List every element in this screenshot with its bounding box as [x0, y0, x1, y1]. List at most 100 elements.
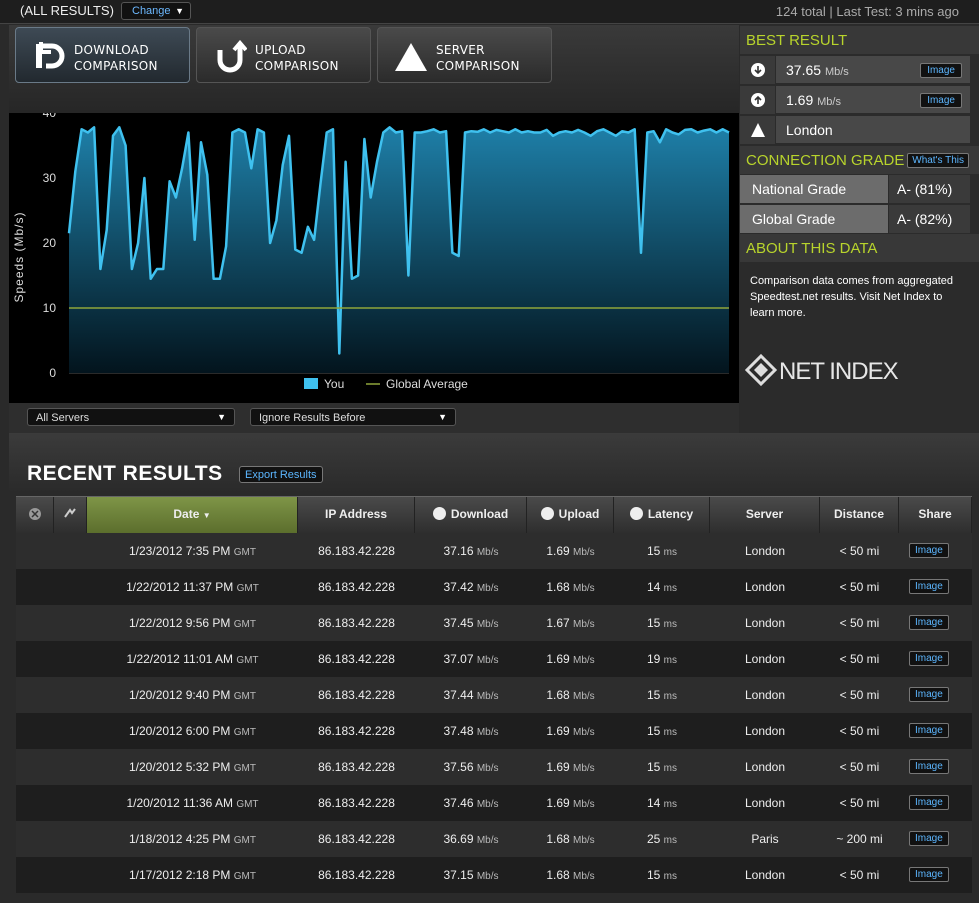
row-latency: 14 — [646, 580, 661, 594]
change-filter-button[interactable]: Change ▼ — [121, 2, 191, 20]
table-row[interactable]: 1/20/2012 5:32 PM GMT 86.183.42.228 37.56 … — [16, 749, 972, 785]
row-download-unit: Mb/s — [476, 691, 499, 702]
legend-swatch-you — [304, 378, 318, 389]
legend-label-global-average: Global Average — [386, 377, 468, 391]
servers-select[interactable]: All Servers ▼ — [27, 408, 235, 426]
row-timezone: GMT — [233, 727, 256, 738]
column-download[interactable]: Download — [415, 497, 527, 534]
export-results-button[interactable]: Export Results — [239, 466, 323, 483]
row-upload-unit: Mb/s — [573, 799, 595, 810]
speed-chart-svg: 0 10 20 30 40 Speeds (Mb/s) You Global Avera… — [12, 113, 730, 391]
row-server: London — [744, 868, 786, 882]
row-latency: 15 — [646, 616, 661, 630]
row-distance: < 50 mi — [839, 724, 880, 738]
row-server: London — [744, 796, 786, 810]
delete-column-header[interactable] — [16, 497, 54, 534]
recent-results-title: RECENT RESULTS — [27, 462, 223, 485]
net-index-logo[interactable]: NET INDEX — [744, 350, 945, 390]
row-timezone: GMT — [233, 619, 256, 630]
column-server[interactable]: Server — [710, 497, 820, 534]
tab-upload-comparison[interactable]: UPLOAD COMPARISON — [196, 27, 371, 83]
chart-filters: All Servers ▼ Ignore Results Before ▼ — [9, 403, 739, 433]
row-upload-unit: Mb/s — [573, 691, 595, 702]
row-share-image-button[interactable]: Image — [909, 831, 949, 846]
row-latency: 14 — [646, 796, 661, 810]
row-distance: < 50 mi — [839, 796, 880, 810]
row-latency: 15 — [646, 688, 661, 702]
results-summary: 124 total | Last Test: 3 mins ago — [775, 4, 959, 19]
table-row[interactable]: 1/20/2012 9:40 PM GMT 86.183.42.228 37.44 … — [16, 677, 972, 713]
row-share-image-button[interactable]: Image — [909, 651, 949, 666]
row-download-unit: Mb/s — [476, 619, 499, 630]
row-ip: 86.183.42.228 — [318, 688, 395, 702]
column-ip-address[interactable]: IP Address — [298, 497, 415, 534]
row-ip: 86.183.42.228 — [318, 580, 395, 594]
column-upload[interactable]: Upload — [527, 497, 614, 534]
row-upload-unit: Mb/s — [573, 619, 595, 630]
column-distance[interactable]: Distance — [820, 497, 899, 534]
compare-column-header[interactable] — [54, 497, 87, 534]
row-upload: 1.69 — [546, 544, 570, 558]
row-share-image-button[interactable]: Image — [909, 579, 949, 594]
row-date: 1/22/2012 9:56 PM — [129, 616, 231, 630]
row-download: 36.69 — [443, 832, 474, 846]
column-latency[interactable]: Latency — [614, 497, 710, 534]
column-upload-label: Upload — [558, 507, 600, 521]
table-row[interactable]: 1/18/2012 4:25 PM GMT 86.183.42.228 36.69 … — [16, 821, 972, 857]
change-label: Change — [132, 5, 171, 17]
row-upload: 1.69 — [546, 760, 570, 774]
table-row[interactable]: 1/22/2012 11:37 PM GMT 86.183.42.228 37.42… — [16, 569, 972, 605]
row-date: 1/20/2012 5:32 PM — [129, 760, 231, 774]
row-ip: 86.183.42.228 — [318, 616, 395, 630]
row-latency-unit: ms — [663, 835, 678, 846]
row-download: 37.15 — [443, 868, 474, 882]
best-upload-image-button[interactable]: Image — [920, 93, 962, 108]
row-upload-unit: Mb/s — [573, 547, 595, 558]
row-upload: 1.68 — [546, 688, 570, 702]
row-download-unit: Mb/s — [476, 799, 499, 810]
ignore-select-value: Ignore Results Before — [259, 412, 366, 424]
row-upload-unit: Mb/s — [573, 763, 595, 774]
row-share-image-button[interactable]: Image — [909, 543, 949, 558]
tab-server-comparison[interactable]: SERVER COMPARISON — [377, 27, 552, 83]
row-share-image-button[interactable]: Image — [909, 759, 949, 774]
row-server: London — [744, 688, 786, 702]
table-row[interactable]: 1/23/2012 7:35 PM GMT 86.183.42.228 37.16 … — [16, 533, 972, 569]
row-latency: 15 — [646, 544, 661, 558]
column-share[interactable]: Share — [899, 497, 972, 534]
row-download: 37.48 — [443, 724, 474, 738]
connection-grade-title: CONNECTION GRADE — [746, 152, 905, 169]
row-latency: 15 — [646, 724, 661, 738]
download-icon — [36, 42, 65, 69]
row-share-image-button[interactable]: Image — [909, 615, 949, 630]
row-share-image-button[interactable]: Image — [909, 867, 949, 882]
column-date[interactable]: Date ▼ — [87, 497, 298, 534]
row-distance: < 50 mi — [839, 652, 880, 666]
table-row[interactable]: 1/17/2012 2:18 PM GMT 86.183.42.228 37.15 … — [16, 857, 972, 893]
row-share-image-button[interactable]: Image — [909, 687, 949, 702]
tab-line2: COMPARISON — [436, 59, 520, 73]
table-row[interactable]: 1/20/2012 6:00 PM GMT 86.183.42.228 37.48 … — [16, 713, 972, 749]
table-row[interactable]: 1/22/2012 11:01 AM GMT 86.183.42.228 37.07… — [16, 641, 972, 677]
ignore-results-select[interactable]: Ignore Results Before ▼ — [250, 408, 456, 426]
upload-icon — [217, 40, 247, 73]
tab-line1: SERVER — [436, 43, 485, 57]
upload-icon — [751, 93, 765, 107]
about-data-text: Comparison data comes from aggregated Sp… — [750, 275, 953, 319]
table-row[interactable]: 1/20/2012 11:36 AM GMT 86.183.42.228 37.46… — [16, 785, 972, 821]
best-download-row: 37.65 Mb/s Image — [740, 56, 970, 84]
whats-this-button[interactable]: What's This — [907, 153, 969, 168]
global-grade-label: Global Grade — [740, 205, 888, 233]
chevron-down-icon: ▼ — [217, 412, 226, 422]
best-server-row: London — [740, 116, 970, 144]
row-ip: 86.183.42.228 — [318, 868, 395, 882]
table-row[interactable]: 1/22/2012 9:56 PM GMT 86.183.42.228 37.45 … — [16, 605, 972, 641]
row-server: London — [744, 652, 786, 666]
tab-download-comparison[interactable]: DOWNLOAD COMPARISON — [15, 27, 190, 83]
best-download-image-button[interactable]: Image — [920, 63, 962, 78]
y-tick-label: 30 — [43, 171, 57, 185]
row-timezone: GMT — [236, 655, 259, 666]
row-share-image-button[interactable]: Image — [909, 723, 949, 738]
row-ip: 86.183.42.228 — [318, 724, 395, 738]
row-share-image-button[interactable]: Image — [909, 795, 949, 810]
